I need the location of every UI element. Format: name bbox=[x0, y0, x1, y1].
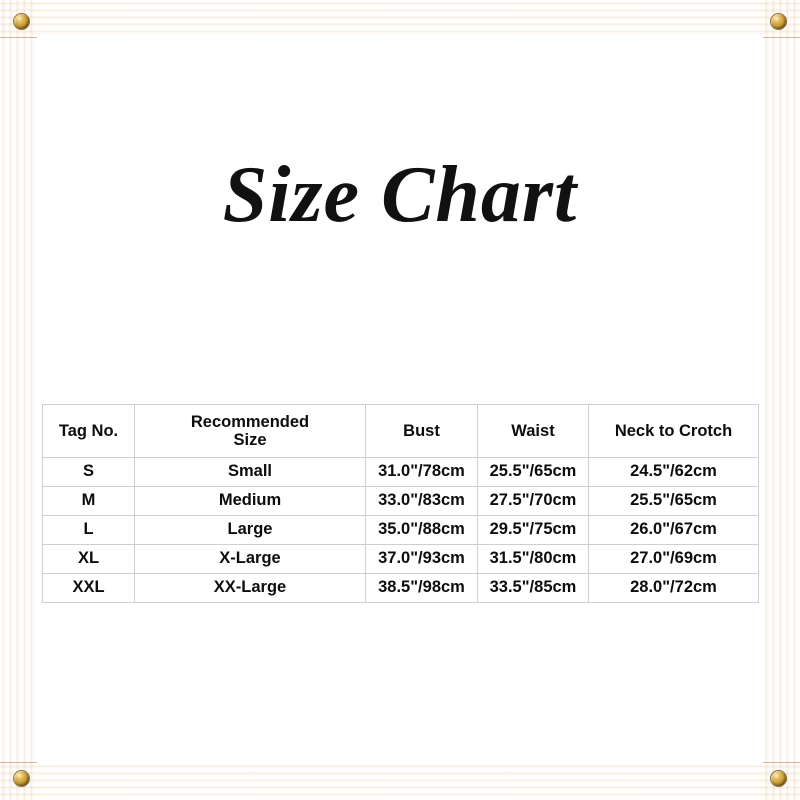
cell-waist: 25.5"/65cm bbox=[477, 457, 589, 487]
table-row: S Small 31.0"/78cm 25.5"/65cm 24.5"/62cm bbox=[42, 457, 759, 487]
cell-bust: 35.0"/88cm bbox=[365, 515, 478, 545]
cell-tag-no: L bbox=[42, 515, 135, 545]
cell-waist: 29.5"/75cm bbox=[477, 515, 589, 545]
cell-bust: 37.0"/93cm bbox=[365, 544, 478, 574]
frame-rail-top bbox=[0, 0, 800, 37]
column-header-waist: Waist bbox=[477, 404, 589, 458]
size-chart-table: Tag No. Recommended Size Bust Waist Neck… bbox=[42, 404, 759, 603]
screw-icon-bottom-left bbox=[14, 771, 29, 786]
cell-neck-to-crotch: 24.5"/62cm bbox=[588, 457, 759, 487]
size-table-container: Tag No. Recommended Size Bust Waist Neck… bbox=[42, 404, 759, 603]
column-header-recommended-line-1: Recommended bbox=[190, 412, 310, 431]
frame-joint-top-left bbox=[0, 37, 37, 38]
cell-recommended-size: X-Large bbox=[134, 544, 366, 574]
cell-tag-no: S bbox=[42, 457, 135, 487]
screw-icon-bottom-right bbox=[771, 771, 786, 786]
cell-bust: 31.0"/78cm bbox=[365, 457, 478, 487]
cell-tag-no: XL bbox=[42, 544, 135, 574]
screw-icon-top-left bbox=[14, 14, 29, 29]
frame-rail-bottom bbox=[0, 763, 800, 800]
column-header-bust: Bust bbox=[365, 404, 478, 458]
column-header-recommended-line-2: Size bbox=[233, 431, 267, 449]
cell-waist: 27.5"/70cm bbox=[477, 486, 589, 516]
column-header-neck-to-crotch: Neck to Crotch bbox=[588, 404, 759, 458]
cell-tag-no: M bbox=[42, 486, 135, 516]
cell-tag-no: XXL bbox=[42, 573, 135, 603]
cell-recommended-size: XX-Large bbox=[134, 573, 366, 603]
frame-joint-top-right bbox=[763, 37, 800, 38]
cell-recommended-size: Small bbox=[134, 457, 366, 487]
size-chart-page: Size Chart Tag No. Recommended Size Bust bbox=[0, 0, 800, 800]
cell-recommended-size: Large bbox=[134, 515, 366, 545]
frame-rail-left bbox=[0, 0, 37, 800]
screw-icon-top-right bbox=[771, 14, 786, 29]
frame-joint-bottom-left bbox=[0, 762, 37, 763]
frame-rail-right bbox=[763, 0, 800, 800]
cell-recommended-size: Medium bbox=[134, 486, 366, 516]
cell-neck-to-crotch: 26.0"/67cm bbox=[588, 515, 759, 545]
content-canvas bbox=[37, 37, 763, 763]
cell-neck-to-crotch: 25.5"/65cm bbox=[588, 486, 759, 516]
cell-waist: 33.5"/85cm bbox=[477, 573, 589, 603]
page-title: Size Chart bbox=[222, 151, 578, 239]
cell-waist: 31.5"/80cm bbox=[477, 544, 589, 574]
cell-bust: 33.0"/83cm bbox=[365, 486, 478, 516]
cell-bust: 38.5"/98cm bbox=[365, 573, 478, 603]
table-row: XXL XX-Large 38.5"/98cm 33.5"/85cm 28.0"… bbox=[42, 573, 759, 603]
table-row: M Medium 33.0"/83cm 27.5"/70cm 25.5"/65c… bbox=[42, 486, 759, 516]
table-header: Tag No. Recommended Size Bust Waist Neck… bbox=[42, 404, 759, 458]
column-header-tag-no: Tag No. bbox=[42, 404, 135, 458]
frame-joint-bottom-right bbox=[763, 762, 800, 763]
column-header-recommended-size: Recommended Size bbox=[134, 404, 366, 458]
table-row: XL X-Large 37.0"/93cm 31.5"/80cm 27.0"/6… bbox=[42, 544, 759, 574]
table-header-row: Tag No. Recommended Size Bust Waist Neck… bbox=[42, 404, 759, 458]
table-row: L Large 35.0"/88cm 29.5"/75cm 26.0"/67cm bbox=[42, 515, 759, 545]
cell-neck-to-crotch: 27.0"/69cm bbox=[588, 544, 759, 574]
table-body: S Small 31.0"/78cm 25.5"/65cm 24.5"/62cm… bbox=[42, 457, 759, 603]
cell-neck-to-crotch: 28.0"/72cm bbox=[588, 573, 759, 603]
